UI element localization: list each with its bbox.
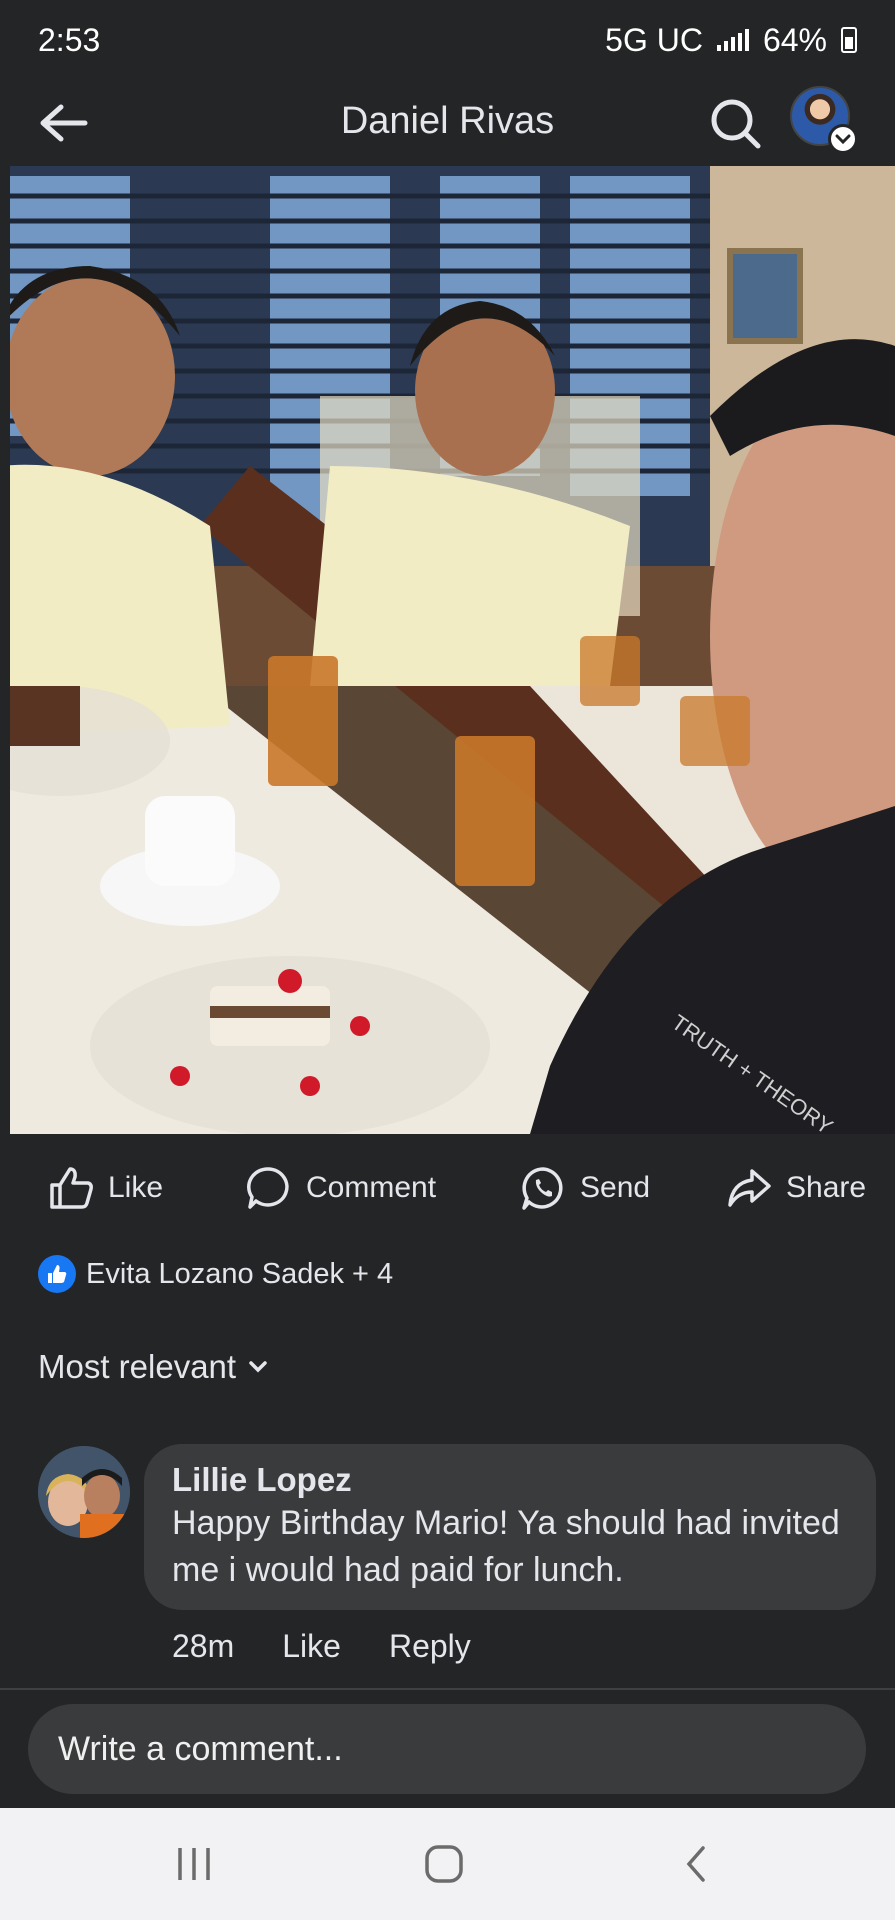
comment-input[interactable]: [58, 1729, 838, 1769]
home-button[interactable]: [414, 1838, 474, 1890]
chevron-down-icon: [828, 124, 858, 154]
status-indicators: 5G UC 64%: [605, 22, 857, 59]
comment-text: Happy Birthday Mario! Ya should had invi…: [172, 1504, 840, 1589]
comment-author[interactable]: Lillie Lopez: [172, 1460, 848, 1500]
battery-percent: 64%: [762, 21, 827, 58]
comment-meta: 28m Like Reply: [172, 1622, 519, 1670]
comment-reply-button[interactable]: Reply: [389, 1628, 471, 1665]
thumbs-up-icon: [38, 1255, 76, 1293]
battery-icon: [841, 27, 857, 53]
avatar[interactable]: [38, 1446, 130, 1538]
share-label: Share: [786, 1171, 867, 1204]
send-label: Send: [580, 1171, 651, 1204]
comment-time: 28m: [172, 1627, 235, 1664]
whatsapp-icon: [522, 1167, 563, 1210]
comment-composer[interactable]: [28, 1704, 866, 1794]
comment-label: Comment: [306, 1171, 437, 1204]
reactions-text: Evita Lozano Sadek + 4: [86, 1257, 394, 1290]
post-photo[interactable]: TRUTH + THEORY: [10, 166, 895, 1134]
back-nav-button[interactable]: [666, 1838, 726, 1890]
share-icon: [728, 1169, 771, 1207]
send-button[interactable]: Send: [520, 1162, 650, 1214]
like-label: Like: [108, 1171, 164, 1204]
recent-apps-icon: [178, 1848, 210, 1880]
network-label: 5G UC: [605, 21, 703, 58]
status-time: 2:53: [38, 21, 101, 58]
comment-bubble[interactable]: Lillie Lopez Happy Birthday Mario! Ya sh…: [144, 1444, 876, 1610]
sort-label: Most relevant: [38, 1348, 237, 1385]
like-button[interactable]: Like: [48, 1162, 163, 1214]
back-icon: [686, 1846, 705, 1882]
recent-apps-button[interactable]: [164, 1838, 224, 1890]
back-button[interactable]: [38, 98, 90, 148]
status-bar: 2:53 5G UC 64%: [0, 0, 895, 80]
search-button[interactable]: [706, 94, 764, 152]
comments-sort-dropdown[interactable]: Most relevant: [38, 1342, 268, 1392]
divider: [0, 1688, 895, 1690]
comment-button[interactable]: Comment: [246, 1162, 436, 1214]
thumbs-up-icon: [50, 1167, 93, 1209]
system-nav-bar: [0, 1808, 895, 1920]
comment-icon: [247, 1167, 289, 1209]
search-icon: [711, 99, 761, 149]
chevron-down-icon: [249, 1361, 267, 1373]
post-actions: Like Comment Send Share: [0, 1148, 895, 1228]
home-icon: [425, 1845, 463, 1883]
signal-icon: [716, 29, 749, 51]
profile-menu-button[interactable]: [790, 86, 858, 154]
share-button[interactable]: Share: [726, 1162, 866, 1214]
comment-like-button[interactable]: Like: [282, 1628, 341, 1665]
reactions-summary[interactable]: Evita Lozano Sadek + 4: [38, 1252, 393, 1296]
top-app-bar: Daniel Rivas: [0, 80, 895, 166]
arrow-left-icon: [40, 104, 88, 142]
